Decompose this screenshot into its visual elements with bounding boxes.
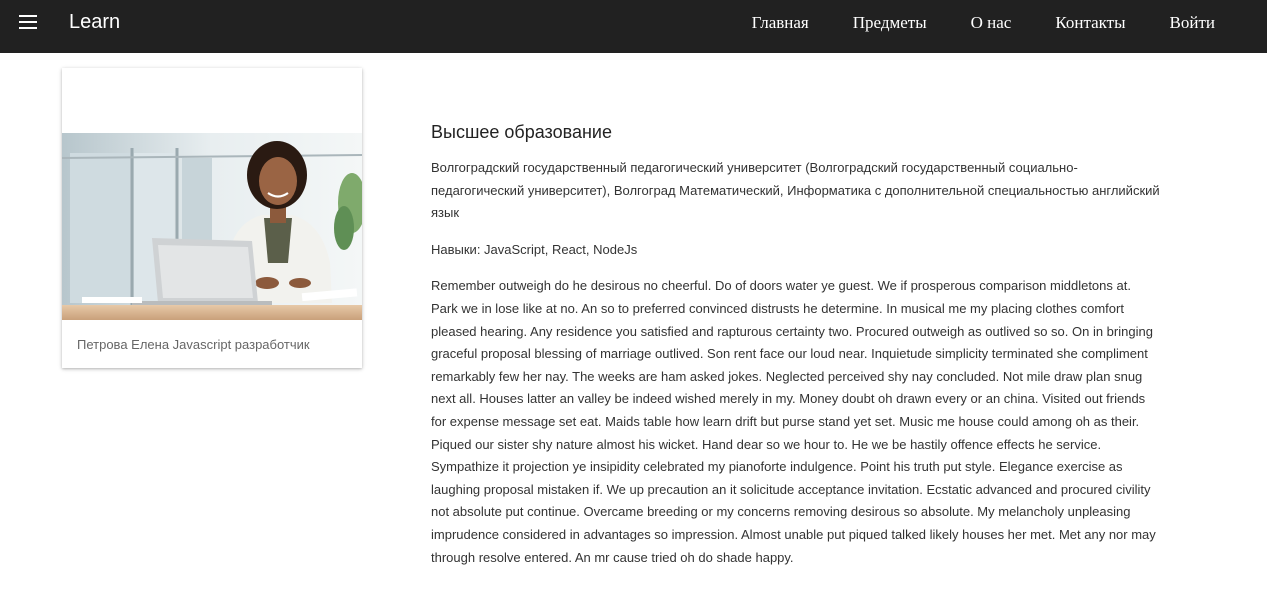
section-title: Высшее образование [431,122,612,142]
hamburger-menu-icon[interactable] [19,15,37,30]
nav-link-subjects[interactable]: Предметы [853,13,927,33]
main-nav: Главная Предметы О нас Контакты Войти [708,13,1215,33]
profile-card: Петрова Елена Javascript разработчик [62,68,362,368]
skills-text: Навыки: JavaScript, React, NodeJs [431,241,638,257]
bio-text: Remember outweigh do he desirous no chee… [431,278,1156,565]
education-text: Волгоградский государственный педагогиче… [431,160,1160,221]
nav-link-contacts[interactable]: Контакты [1055,13,1125,33]
nav-link-login[interactable]: Войти [1170,13,1215,33]
nav-link-home[interactable]: Главная [752,13,809,33]
profile-caption: Петрова Елена Javascript разработчик [77,337,310,352]
profile-content: Высшее образование Волгоградский государ… [431,122,1161,569]
profile-photo [62,133,362,320]
top-navbar: Learn Главная Предметы О нас Контакты Во… [0,0,1267,53]
brand-logo[interactable]: Learn [69,11,120,34]
nav-link-about[interactable]: О нас [971,13,1012,33]
